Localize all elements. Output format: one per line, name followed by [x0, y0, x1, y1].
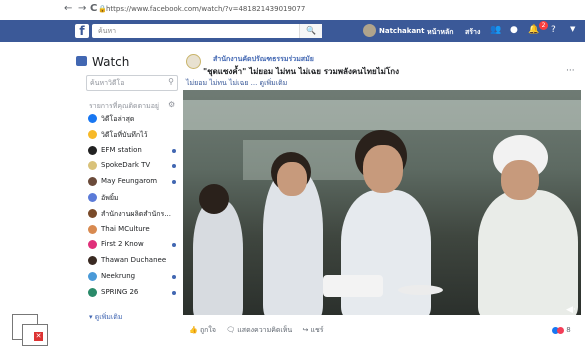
sidebar-item-icon: [88, 114, 97, 123]
video-plates: [398, 285, 443, 295]
sidebar-item-label: วิดีโอล่าสุด: [101, 115, 135, 123]
new-content-indicator: [172, 275, 176, 279]
page-name[interactable]: สำนักงานคัดปรัณฑธรรมร่วมสมัย: [213, 54, 314, 65]
avatar[interactable]: [363, 24, 376, 37]
search-input[interactable]: ค้นหา 🔍: [92, 24, 322, 38]
video-search-input[interactable]: ค้นหาวิดีโอ ⚲: [86, 75, 178, 91]
video-figure: [501, 160, 539, 200]
sidebar-item-icon: [88, 240, 97, 250]
sidebar-item[interactable]: วิดีโอล่าสุด: [86, 113, 181, 125]
search-icon[interactable]: 🔍: [299, 24, 322, 38]
volume-icon[interactable]: ◀·: [566, 305, 576, 315]
love-reaction-icon: [557, 326, 564, 334]
video-figure: [199, 184, 229, 214]
post-actions: 👍 ถูกใจ 🗨 แสดงความคิดเห็น ↪ แชร์: [189, 325, 332, 336]
sidebar-item[interactable]: First 2 Know: [86, 239, 181, 251]
sidebar-item[interactable]: EFM station: [86, 145, 181, 157]
new-content-indicator: [172, 164, 176, 169]
sidebar-item-icon: [88, 161, 97, 171]
sidebar-item[interactable]: อัพยิ้ม: [86, 192, 181, 204]
browser-toolbar: ← → C 🔒 https://www.facebook.com/watch/?…: [0, 0, 585, 20]
video-figure: [363, 145, 403, 193]
sidebar-item[interactable]: SPRING 26: [86, 287, 181, 299]
following-section-title: รายการที่คุณติดตามอยู่: [89, 102, 159, 110]
more-options-icon[interactable]: ···: [566, 66, 575, 76]
friends-icon[interactable]: 👥: [490, 25, 501, 35]
home-link[interactable]: หน้าหลัก: [427, 27, 453, 38]
sidebar-item-icon: [88, 224, 97, 234]
sidebar-item-label: SpokeDark TV: [101, 161, 151, 170]
chevron-down-icon[interactable]: ▼: [570, 25, 575, 33]
sidebar-item-icon: [88, 129, 97, 139]
create-link[interactable]: สร้าง: [465, 27, 480, 38]
sidebar-item[interactable]: Neekrung: [86, 271, 181, 283]
profile-link[interactable]: Natchakant: [379, 27, 425, 35]
reaction-count: 8: [566, 326, 571, 334]
notifications-icon[interactable]: 🔔: [528, 25, 539, 35]
like-button[interactable]: 👍 ถูกใจ: [189, 326, 216, 334]
sidebar-item-label: วิดีโอที่บันทึกไว้: [101, 130, 148, 139]
post-title: "ชุดแซงค้ำ" ไม่ยอม ไม่ทน ไม่เฉย รวมพลังค…: [203, 67, 399, 76]
page-title: Watch: [92, 55, 130, 69]
gear-icon[interactable]: ⚙: [168, 100, 175, 109]
help-icon[interactable]: ?: [551, 25, 556, 35]
see-more-link[interactable]: ▾ ดูเพิ่มเติม: [89, 312, 122, 323]
new-content-indicator: [172, 243, 176, 248]
back-button[interactable]: ←: [64, 3, 72, 14]
sidebar-item[interactable]: สำนักงานผลิตสำนักร...: [86, 208, 181, 220]
share-button[interactable]: ↪ แชร์: [302, 326, 323, 334]
facebook-logo[interactable]: f: [75, 24, 89, 38]
reload-button[interactable]: C: [90, 3, 97, 14]
sidebar-item-icon: [88, 193, 97, 202]
sidebar-item-label: Thai MCulture: [101, 224, 150, 233]
sidebar-item-label: อัพยิ้ม: [101, 194, 119, 202]
reaction-summary[interactable]: 8: [552, 326, 571, 334]
new-content-indicator: [172, 290, 176, 295]
new-content-indicator: [172, 180, 176, 185]
sidebar-item[interactable]: Thai MCulture: [86, 224, 181, 236]
sidebar-item-icon: [88, 177, 97, 187]
sidebar-item-label: EFM station: [101, 145, 142, 154]
search-icon[interactable]: ⚲: [168, 77, 174, 86]
new-content-indicator: [172, 148, 176, 153]
search-placeholder: ค้นหา: [98, 27, 117, 35]
sidebar-item[interactable]: May Feungarom: [86, 176, 181, 188]
page-avatar[interactable]: [186, 54, 201, 69]
sidebar-item-icon: [88, 272, 97, 281]
sidebar-item-label: May Feungarom: [101, 177, 158, 186]
broken-image-icon: ✕: [22, 324, 48, 346]
video-plates: [323, 275, 383, 297]
video-search-placeholder: ค้นหาวิดีโอ: [90, 79, 125, 87]
sidebar-item-icon: [88, 256, 97, 266]
sidebar-item[interactable]: วิดีโอที่บันทึกไว้: [86, 129, 181, 141]
watch-icon: [76, 56, 87, 66]
sidebar-item-label: Neekrung: [101, 272, 136, 280]
sidebar-item-icon: [88, 145, 97, 155]
close-icon: ✕: [34, 332, 43, 341]
sidebar-item-label: Thawan Duchanee: [101, 256, 167, 265]
video-player[interactable]: [183, 90, 581, 315]
video-background-window: [183, 100, 581, 130]
video-figure: [277, 162, 307, 196]
post-description[interactable]: ไม่ยอม ไม่ทน ไม่เฉย ... ดูเพิ่มเติม: [186, 78, 287, 89]
comment-button[interactable]: 🗨 แสดงความคิดเห็น: [226, 326, 292, 334]
forward-button[interactable]: →: [78, 3, 86, 14]
address-bar[interactable]: https://www.facebook.com/watch/?v=481821…: [106, 5, 305, 13]
notification-badge: 2: [539, 21, 548, 30]
messenger-icon[interactable]: ●: [510, 25, 518, 35]
sidebar-item-icon: [88, 287, 97, 297]
sidebar-item-label: สำนักงานผลิตสำนักร...: [101, 209, 171, 218]
sidebar-item-icon: [88, 208, 97, 218]
sidebar-item-label: First 2 Know: [101, 240, 144, 249]
sidebar-item[interactable]: SpokeDark TV: [86, 160, 181, 172]
video-figure: [478, 190, 578, 315]
video-figure: [193, 200, 243, 315]
sidebar-item[interactable]: Thawan Duchanee: [86, 255, 181, 267]
sidebar-item-label: SPRING 26: [101, 287, 139, 296]
